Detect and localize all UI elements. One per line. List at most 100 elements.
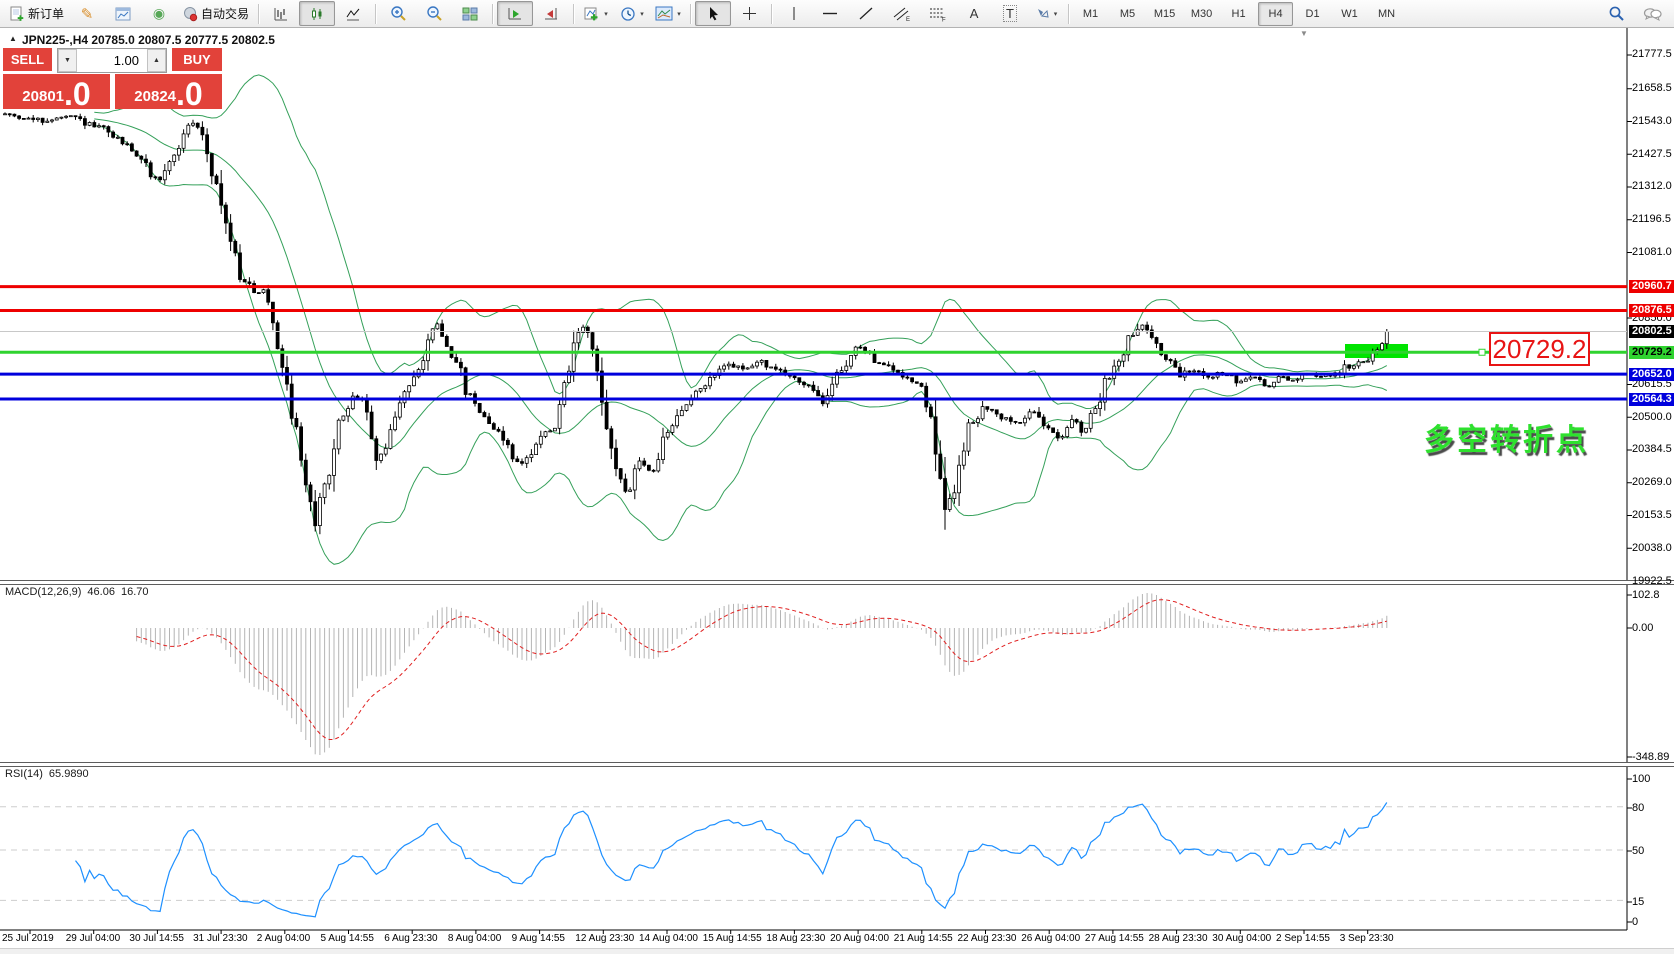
auto-scroll-button[interactable] [497, 1, 534, 26]
new-order-label: 新订单 [28, 7, 65, 21]
timeframe-w1[interactable]: W1 [1332, 2, 1367, 26]
pane-separator[interactable] [0, 762, 1674, 767]
rsi-axis-label: 0 [1632, 915, 1639, 928]
search-button[interactable] [1598, 1, 1634, 26]
toolbar-separator [573, 3, 575, 24]
annotation-text[interactable]: 多空转折点 [1424, 415, 1589, 459]
toolbar-separator [1068, 3, 1070, 24]
clock-icon [621, 6, 635, 21]
equidistant-channel-icon: E [893, 7, 910, 22]
chat-icon [1643, 7, 1662, 21]
line-chart-button[interactable] [335, 1, 371, 26]
buy-price[interactable]: 20824.0 [115, 74, 222, 110]
timeframe-d1[interactable]: D1 [1295, 2, 1330, 26]
crosshair-button[interactable] [731, 1, 767, 26]
chart-region[interactable]: ▲ JPN225-,H4 20785.0 20807.5 20777.5 208… [0, 28, 1674, 954]
vertical-line-tool[interactable] [776, 1, 812, 26]
date-axis-label: 2 Sep 14:55 [1276, 933, 1330, 944]
trendline-tool[interactable] [848, 1, 884, 26]
pane-separator[interactable] [0, 580, 1674, 585]
toolbar-separator [492, 3, 494, 24]
zoom-in-button[interactable] [380, 1, 416, 26]
timeframe-m30[interactable]: M30 [1184, 2, 1219, 26]
price-level-badge: 20652.0 [1629, 367, 1674, 381]
candlestick-icon [312, 7, 322, 20]
collapse-panel-icon[interactable]: ▲ [9, 34, 17, 43]
search-icon [1609, 6, 1624, 21]
label-tool-label: T [1003, 5, 1017, 22]
date-axis-label: 29 Jul 04:00 [65, 933, 121, 944]
timeframe-h1[interactable]: H1 [1221, 2, 1256, 26]
zoom-out-button[interactable] [416, 1, 452, 26]
date-axis-label: 27 Aug 14:55 [1084, 933, 1144, 944]
periods-dropdown[interactable]: ▾ [614, 1, 650, 26]
signal-button[interactable]: ◉ [141, 1, 177, 26]
chevron-down-icon: ▾ [1053, 10, 1058, 18]
sell-price[interactable]: 20801.0 [3, 74, 110, 110]
date-axis-label: 2 Aug 04:00 [256, 933, 311, 944]
autotrading-button[interactable]: 自动交易 [177, 1, 254, 26]
timeframe-h4[interactable]: H4 [1258, 1, 1294, 26]
price-axis-label: 20500.0 [1632, 410, 1672, 423]
macd-signal-value: 16.70 [120, 586, 149, 598]
vertical-line-icon [793, 7, 795, 20]
text-tool[interactable]: A [956, 1, 992, 26]
chat-button[interactable] [1634, 1, 1670, 26]
price-axis-label: 21427.5 [1632, 147, 1672, 160]
fibonacci-tool[interactable]: F [920, 1, 956, 26]
volume-input[interactable]: 1.00 [77, 49, 147, 72]
text-label-tool[interactable]: T [992, 1, 1028, 26]
shapes-icon [1037, 9, 1049, 18]
mt4-window: 新订单 ✎ ◉ 自动交易 ▾ ▾ ▾ E F A T ▾ M1 M5 M15 M… [0, 0, 1674, 954]
sell-button[interactable]: SELL [3, 48, 52, 73]
svg-text:F: F [942, 17, 946, 22]
price-axis-label: 21658.5 [1632, 82, 1672, 95]
buy-button[interactable]: BUY [172, 48, 222, 73]
horizontal-line-tool[interactable] [812, 1, 848, 26]
rsi-series [75, 802, 1388, 918]
date-axis-label: 6 Aug 23:30 [384, 933, 438, 944]
bar-chart-button[interactable] [263, 1, 299, 26]
toolbar-right-group [1598, 1, 1670, 26]
date-axis-label: 30 Jul 14:55 [129, 933, 184, 944]
auto-scroll-icon [508, 7, 522, 19]
trendline-icon [859, 7, 873, 20]
price-axis-label: 21543.0 [1632, 114, 1672, 127]
timeframe-m5[interactable]: M5 [1110, 2, 1145, 26]
signal-icon: ◉ [152, 5, 166, 21]
shapes-dropdown[interactable]: ▾ [1028, 1, 1064, 26]
line-handle[interactable] [1478, 348, 1486, 356]
timeframe-m1[interactable]: M1 [1073, 2, 1108, 26]
rsi-label: RSI(14) 65.9890 [5, 768, 95, 780]
macd-axis-label: -348.89 [1632, 750, 1670, 763]
price-axis-label: 21312.0 [1632, 180, 1672, 193]
indicators-dropdown[interactable]: ▾ [578, 1, 614, 26]
templates-dropdown[interactable]: ▾ [650, 1, 686, 26]
chart-shift-button[interactable] [533, 1, 569, 26]
channel-tool[interactable]: E [884, 1, 920, 26]
macd-label: MACD(12,26,9) 46.06 16.70 [5, 586, 154, 598]
tile-windows-button[interactable] [452, 1, 488, 26]
chart-shift-marker-icon[interactable]: ▼ [1300, 29, 1308, 38]
symbol-ohlc-label: JPN225-,H4 20785.0 20807.5 20777.5 20802… [22, 33, 275, 47]
timeframe-m15[interactable]: M15 [1147, 2, 1182, 26]
cursor-arrow-icon [709, 7, 718, 21]
macd-name: MACD(12,26,9) [5, 586, 82, 598]
volume-increase-button[interactable]: ▲ [147, 49, 166, 72]
chevron-down-icon: ▾ [604, 10, 608, 18]
timeframe-group: M1 M5 M15 M30 H1 H4 D1 W1 MN [1073, 1, 1404, 26]
price-callout-label[interactable]: 20729.2 [1489, 332, 1590, 366]
candlestick-chart-button[interactable] [299, 1, 336, 26]
toolbar-separator [690, 3, 692, 24]
cursor-button[interactable] [695, 1, 732, 26]
new-order-button[interactable]: 新订单 [4, 1, 69, 26]
styler-button[interactable]: ✎ [69, 1, 105, 26]
chart-window-button[interactable] [105, 1, 141, 26]
date-axis-label: 26 Aug 04:00 [1021, 933, 1081, 944]
price-level-badge: 20564.3 [1629, 392, 1674, 406]
fibonacci-icon: F [930, 8, 946, 22]
timeframe-mn[interactable]: MN [1369, 2, 1404, 26]
price-axis-label: 21081.0 [1632, 245, 1672, 258]
volume-decrease-button[interactable]: ▼ [58, 49, 77, 72]
autotrading-label: 自动交易 [201, 7, 250, 21]
